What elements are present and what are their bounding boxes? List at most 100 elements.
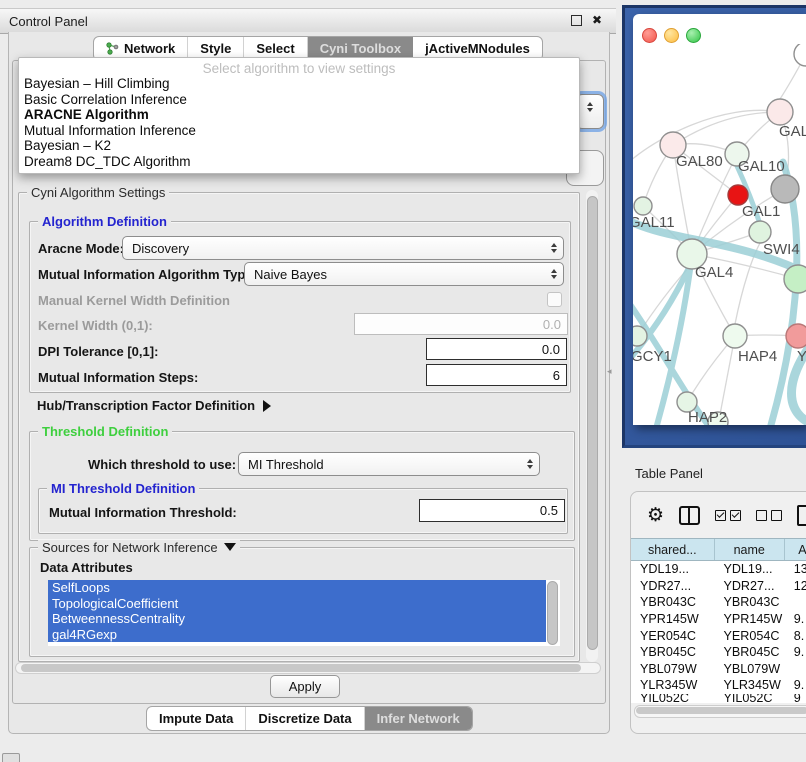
data-attributes-list[interactable]: SelfLoops TopologicalCoefficient Between… <box>48 580 560 646</box>
mac-close-icon[interactable] <box>642 28 657 43</box>
list-item[interactable]: BetweennessCentrality <box>48 611 546 627</box>
mac-zoom-icon[interactable] <box>686 28 701 43</box>
float-icon[interactable] <box>571 15 582 26</box>
mi-type-combobox[interactable]: Naive Bayes <box>244 262 564 286</box>
list-vscrollbar-thumb[interactable] <box>547 581 558 645</box>
file-icon[interactable] <box>797 505 806 526</box>
dropdown-item[interactable]: Dream8 DC_TDC Algorithm <box>19 154 579 170</box>
inference-algorithm-combobox-partial[interactable] <box>576 94 604 129</box>
gear-icon[interactable]: ⚙ <box>647 506 664 525</box>
apply-button[interactable]: Apply <box>270 675 340 698</box>
node-label: GAL1 <box>742 203 780 220</box>
dropdown-item[interactable]: Basic Correlation Inference <box>19 92 579 108</box>
manual-kernel-checkbox[interactable] <box>547 292 562 307</box>
mi-type-label: Mutual Information Algorithm Type: <box>38 267 257 282</box>
network-icon <box>106 42 119 55</box>
data-attributes-label: Data Attributes <box>40 560 133 575</box>
tab-infer-network[interactable]: Infer Network <box>365 707 472 730</box>
tab-discretize-data[interactable]: Discretize Data <box>246 707 364 730</box>
corner-panel-icon[interactable] <box>2 753 20 762</box>
node-label: GAL10 <box>738 158 785 175</box>
algorithm-definition-group: Algorithm Definition Aracne Mode: Discov… <box>29 221 571 393</box>
table-row[interactable]: YDL19...YDL19...13 <box>631 561 806 578</box>
screen: Control Panel ✖ Network Style Select Cyn… <box>0 0 806 762</box>
tab-impute-data[interactable]: Impute Data <box>147 707 246 730</box>
node-label: HAP2 <box>688 409 727 425</box>
aracne-mode-combobox[interactable]: Discovery <box>122 236 564 260</box>
mi-steps-label: Mutual Information Steps: <box>38 370 198 385</box>
settings-hscrollbar-track[interactable] <box>15 662 601 674</box>
sources-group: Sources for Network Inference Data Attri… <box>29 547 575 657</box>
table-panel-box: ⚙ shared... name A YDL19...YDL19...13 YD… <box>630 491 806 734</box>
manual-kernel-label: Manual Kernel Width Definition <box>38 293 230 308</box>
network-window[interactable]: GAL GAL80 GAL10 GAL1 GAL11 SWI4 GAL4 GCY… <box>633 14 806 425</box>
node-label: GCY1 <box>633 348 672 365</box>
table-hscrollbar-thumb[interactable] <box>636 707 806 714</box>
column-header-name[interactable]: name <box>715 539 785 560</box>
checked-columns-icon[interactable] <box>715 510 741 521</box>
dropdown-placeholder: Select algorithm to view settings <box>19 58 579 76</box>
dropdown-item-selected[interactable]: ARACNE Algorithm <box>19 107 579 123</box>
table-row[interactable]: YBL079WYBL079W <box>631 661 806 678</box>
control-panel-titlebar: Control Panel ✖ <box>0 8 616 34</box>
node-label: GAL <box>779 123 806 140</box>
table-row[interactable]: YER054CYER054C8. <box>631 627 806 644</box>
dropdown-item[interactable]: Mutual Information Inference <box>19 123 579 139</box>
algorithm-dropdown-list: Select algorithm to view settings Bayesi… <box>18 57 580 174</box>
mi-steps-input[interactable]: 6 <box>426 364 567 386</box>
node-label: Y <box>797 348 806 365</box>
kernel-width-input[interactable]: 0.0 <box>354 313 568 335</box>
dropdown-item[interactable]: Bayesian – Hill Climbing <box>19 76 579 92</box>
split-view-icon[interactable] <box>679 506 700 525</box>
table-row[interactable]: YDR27...YDR27...12 <box>631 578 806 595</box>
table-panel-title: Table Panel <box>635 466 703 481</box>
table-row[interactable]: YPR145WYPR145W9. <box>631 611 806 628</box>
aracne-mode-label: Aracne Mode: <box>38 241 124 256</box>
mi-threshold-label: Mutual Information Threshold: <box>49 505 237 520</box>
column-header-partial[interactable]: A <box>785 539 806 560</box>
list-item[interactable]: SelfLoops <box>48 580 546 596</box>
node-table: shared... name A YDL19...YDL19...13 YDR2… <box>631 538 806 703</box>
node-label: SWI4 <box>763 241 800 258</box>
table-row[interactable]: YBR043CYBR043C <box>631 594 806 611</box>
table-hscrollbar-track[interactable] <box>634 705 806 718</box>
unchecked-columns-icon[interactable] <box>756 510 782 521</box>
dpi-tolerance-label: DPI Tolerance [0,1]: <box>38 344 158 359</box>
settings-vscrollbar-track[interactable] <box>586 190 598 662</box>
panel-title: Control Panel <box>0 14 88 29</box>
dropdown-item[interactable]: Bayesian – K2 <box>19 138 579 154</box>
kernel-width-label: Kernel Width (0,1): <box>38 318 153 333</box>
settings-hscrollbar-thumb[interactable] <box>21 664 581 672</box>
collapse-down-icon <box>224 543 236 551</box>
node-label: GAL80 <box>676 153 723 170</box>
table-header-row: shared... name A <box>631 538 806 561</box>
combo-spinner-icon <box>521 459 539 469</box>
cyni-bottom-tabs: Impute Data Discretize Data Infer Networ… <box>146 706 473 731</box>
tab-network-label: Network <box>124 41 175 56</box>
table-toolbar: ⚙ <box>631 492 806 538</box>
table-row-partial[interactable]: YIL052CYIL052C9 <box>631 694 806 703</box>
settings-vscrollbar-thumb[interactable] <box>587 196 598 650</box>
table-row[interactable]: YLR345WYLR345W9. <box>631 677 806 694</box>
node-label: GAL4 <box>695 264 733 281</box>
dpi-tolerance-input[interactable]: 0.0 <box>426 338 567 360</box>
node-label: GAL11 <box>633 214 675 231</box>
mi-threshold-input[interactable]: 0.5 <box>419 499 565 522</box>
which-threshold-label: Which threshold to use: <box>88 457 236 472</box>
threshold-definition-title: Threshold Definition <box>38 424 172 439</box>
list-item[interactable]: TopologicalCoefficient <box>48 596 546 612</box>
combo-spinner-icon <box>545 269 563 279</box>
node-label: HAP4 <box>738 348 777 365</box>
list-item[interactable]: gal4RGexp <box>48 627 546 643</box>
mac-minimize-icon[interactable] <box>664 28 679 43</box>
table-row[interactable]: YBR045CYBR045C9. <box>631 644 806 661</box>
hub-definition-expander[interactable]: Hub/Transcription Factor Definition <box>37 397 271 415</box>
which-threshold-combobox[interactable]: MI Threshold <box>238 452 540 476</box>
mac-window-controls <box>642 28 701 43</box>
expand-right-icon <box>263 400 271 412</box>
sources-title-row[interactable]: Sources for Network Inference <box>38 540 240 555</box>
splitter-collapse-icon[interactable]: ◂ <box>607 366 612 377</box>
close-icon[interactable]: ✖ <box>592 14 602 26</box>
column-header-shared-name[interactable]: shared... <box>631 539 715 560</box>
network-canvas[interactable]: GAL GAL80 GAL10 GAL1 GAL11 SWI4 GAL4 GCY… <box>633 44 806 425</box>
